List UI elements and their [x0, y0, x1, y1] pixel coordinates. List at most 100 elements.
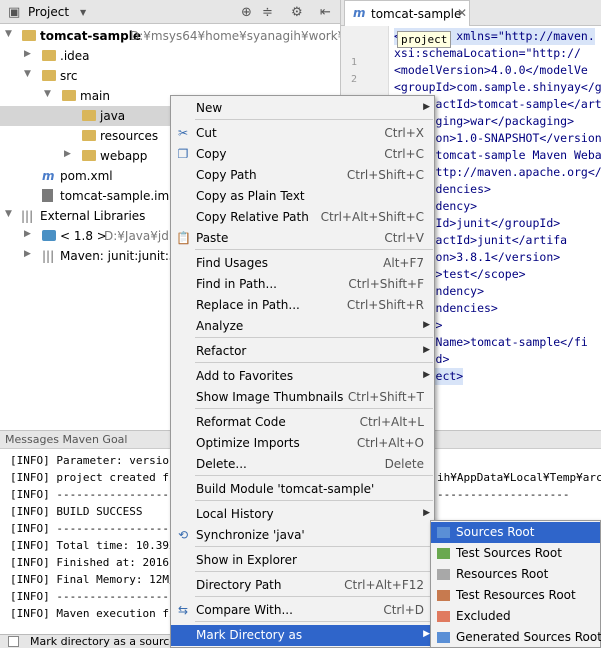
menu-item-copy-relative-path[interactable]: Copy Relative Path Ctrl+Alt+Shift+C — [171, 207, 434, 228]
submenu-item-label: Test Resources Root — [456, 588, 576, 602]
tree-item-src[interactable]: ▼ src — [0, 66, 340, 86]
submenu-item-generated-sources-root[interactable]: Generated Sources Root — [431, 627, 601, 648]
menu-item-label: Copy — [196, 147, 227, 161]
tree-item-label: resources — [100, 129, 159, 143]
message-line: [INFO] project created from — [10, 471, 189, 484]
close-icon[interactable]: ✕ — [457, 6, 467, 20]
menu-separator — [195, 362, 433, 363]
expanded-arrow-icon[interactable]: ▼ — [5, 29, 12, 39]
menu-item-find-usages[interactable]: Find Usages Alt+F7 — [171, 253, 434, 274]
menu-item-delete[interactable]: Delete... Delete — [171, 454, 434, 475]
message-line: [INFO] BUILD SUCCESS — [10, 505, 143, 518]
tree-item-label: pom.xml — [60, 169, 113, 183]
menu-item-shortcut: Ctrl+Alt+L — [359, 415, 424, 429]
menu-item-new[interactable]: New ▶ — [171, 98, 434, 119]
tab-pom-xml[interactable]: m tomcat-sample ✕ — [344, 0, 470, 26]
menu-item-label: Refactor — [196, 344, 247, 358]
menu-item-label: Build Module 'tomcat-sample' — [196, 482, 375, 496]
collapsed-arrow-icon[interactable]: ▶ — [64, 149, 71, 159]
menu-item-label: New — [196, 101, 223, 115]
submenu-item-sources-root[interactable]: Sources Root — [431, 522, 600, 543]
iml-file-icon — [42, 189, 53, 202]
menu-separator — [195, 475, 433, 476]
menu-item-label: Copy Path — [196, 168, 257, 182]
submenu-item-resources-root[interactable]: Resources Root — [431, 564, 600, 585]
menu-item-shortcut: Ctrl+Shift+R — [346, 298, 424, 312]
menu-item-mark-directory-as[interactable]: Mark Directory as ▶ — [171, 625, 434, 646]
menu-item-reformat-code[interactable]: Reformat Code Ctrl+Alt+L — [171, 412, 434, 433]
chevron-down-icon[interactable]: ▼ — [80, 8, 86, 17]
menu-item-shortcut: Ctrl+Shift+C — [346, 168, 424, 182]
editor-tab-bar: m tomcat-sample ✕ — [341, 0, 601, 26]
tree-item-label: java — [100, 109, 126, 123]
menu-item-replace-in-path[interactable]: Replace in Path... Ctrl+Shift+R — [171, 295, 434, 316]
tree-item-tomcat-sample[interactable]: ▼ tomcat-sample D:¥msys64¥home¥syanagih¥… — [0, 26, 340, 46]
submenu-item-label: Sources Root — [456, 525, 535, 539]
menu-item-label: Paste — [196, 231, 229, 245]
menu-item-compare-with[interactable]: ⇆ Compare With... Ctrl+D — [171, 600, 434, 621]
tree-item-label: tomcat-sample.iml — [60, 189, 173, 203]
expanded-arrow-icon[interactable]: ▼ — [44, 89, 51, 99]
collapse-icon[interactable]: ≑ — [262, 5, 273, 20]
line-number: 2 — [351, 74, 358, 85]
menu-item-copy-path[interactable]: Copy Path Ctrl+Shift+C — [171, 165, 434, 186]
menu-item-label: Show Image Thumbnails — [196, 390, 344, 404]
library-icon: ||| — [42, 249, 55, 263]
jdk-icon — [42, 230, 56, 241]
menu-item-find-in-path[interactable]: Find in Path... Ctrl+Shift+F — [171, 274, 434, 295]
tree-item-label: < 1.8 > — [60, 229, 107, 243]
menu-item-analyze[interactable]: Analyze ▶ — [171, 316, 434, 337]
submenu-item-excluded[interactable]: Excluded — [431, 606, 600, 627]
menu-item-build-module-tomcat-sample[interactable]: Build Module 'tomcat-sample' — [171, 479, 434, 500]
folder-icon — [62, 90, 76, 101]
folder-icon — [437, 590, 450, 601]
submenu-item-test-resources-root[interactable]: Test Resources Root — [431, 585, 600, 606]
project-panel-title[interactable]: Project — [28, 5, 69, 19]
project-view-icon[interactable]: ▣ — [8, 5, 20, 20]
menu-item-show-in-explorer[interactable]: Show in Explorer — [171, 550, 434, 571]
menu-item-copy[interactable]: ❐ Copy Ctrl+C — [171, 144, 434, 165]
menu-item-label: Find in Path... — [196, 277, 277, 291]
tree-item-idea[interactable]: ▶ .idea — [0, 46, 340, 66]
menu-item-refactor[interactable]: Refactor ▶ — [171, 341, 434, 362]
menu-item-paste[interactable]: 📋 Paste Ctrl+V — [171, 228, 434, 249]
menu-item-label: Mark Directory as — [196, 628, 303, 642]
library-icon: ||| — [21, 209, 34, 223]
hide-panel-icon[interactable]: ⇤ — [320, 5, 331, 20]
collapsed-arrow-icon[interactable]: ▶ — [24, 249, 31, 259]
expanded-arrow-icon[interactable]: ▼ — [5, 209, 12, 219]
menu-item-copy-as-plain-text[interactable]: Copy as Plain Text — [171, 186, 434, 207]
submenu-item-label: Resources Root — [456, 567, 549, 581]
menu-item-directory-path[interactable]: Directory Path Ctrl+Alt+F12 — [171, 575, 434, 596]
menu-item-synchronize-java[interactable]: ⟲ Synchronize 'java' — [171, 525, 434, 546]
menu-item-label: Optimize Imports — [196, 436, 300, 450]
menu-item-cut[interactable]: ✂ Cut Ctrl+X — [171, 123, 434, 144]
submenu-item-test-sources-root[interactable]: Test Sources Root — [431, 543, 600, 564]
tab-label: tomcat-sample — [371, 7, 462, 21]
message-line: [INFO] -------------------- — [10, 590, 189, 603]
submenu-item-label: Excluded — [456, 609, 511, 623]
menu-item-local-history[interactable]: Local History ▶ — [171, 504, 434, 525]
collapsed-arrow-icon[interactable]: ▶ — [24, 229, 31, 239]
menu-separator — [195, 621, 433, 622]
menu-item-show-image-thumbnails[interactable]: Show Image Thumbnails Ctrl+Shift+T — [171, 387, 434, 408]
compare-icon: ⇆ — [177, 603, 189, 617]
status-panel-icon[interactable] — [8, 636, 19, 647]
menu-item-shortcut: Ctrl+C — [384, 147, 424, 161]
expanded-arrow-icon[interactable]: ▼ — [24, 69, 31, 79]
gear-icon[interactable]: ⚙ — [291, 5, 303, 20]
menu-item-shortcut: Alt+F7 — [383, 256, 424, 270]
locate-icon[interactable]: ⊕ — [241, 5, 252, 20]
collapsed-arrow-icon[interactable]: ▶ — [24, 49, 31, 59]
menu-item-optimize-imports[interactable]: Optimize Imports Ctrl+Alt+O — [171, 433, 434, 454]
menu-separator — [195, 500, 433, 501]
menu-item-add-to-favorites[interactable]: Add to Favorites ▶ — [171, 366, 434, 387]
message-line: [INFO] Parameter: version, — [10, 454, 183, 467]
folder-icon — [437, 569, 450, 580]
menu-item-label: Reformat Code — [196, 415, 286, 429]
submenu-arrow-icon: ▶ — [423, 629, 430, 639]
folder-icon — [437, 632, 450, 643]
menu-item-label: Add to Favorites — [196, 369, 294, 383]
menu-item-label: Replace in Path... — [196, 298, 300, 312]
menu-separator — [195, 119, 433, 120]
